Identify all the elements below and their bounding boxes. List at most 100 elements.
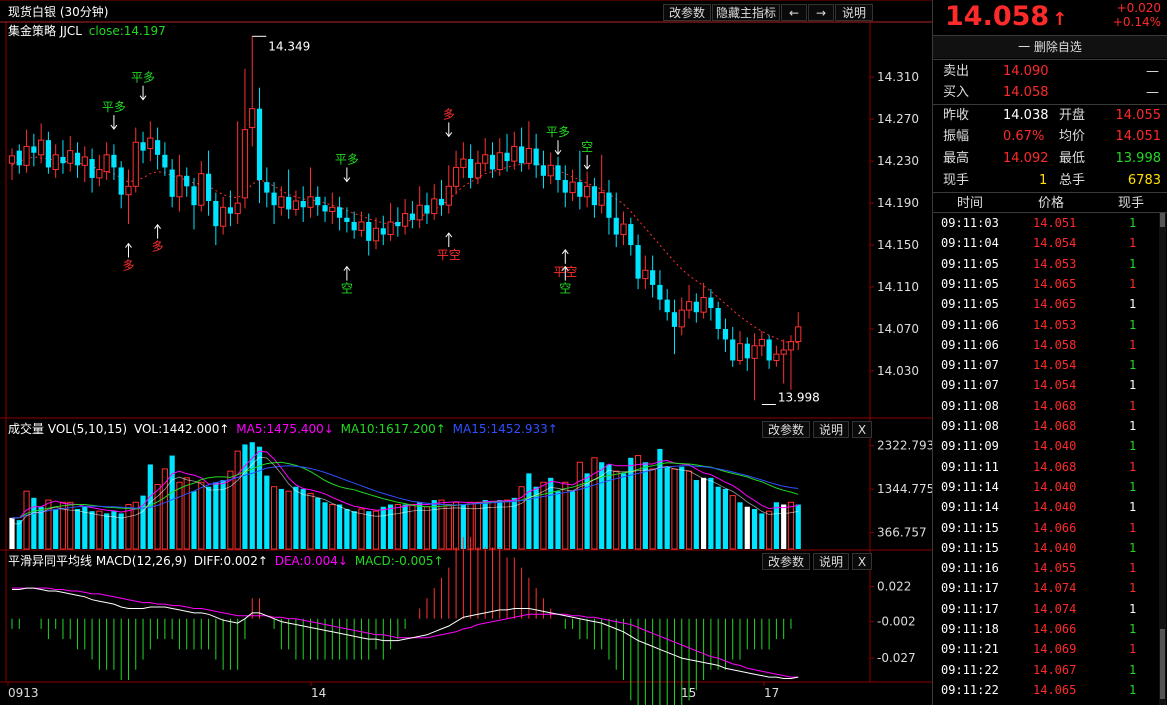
tick-list[interactable]: 09:11:03 14.051 1 09:11:04 14.054 1 09:11:05 14… — [933, 213, 1157, 705]
candle-body — [700, 297, 707, 313]
candle-body — [678, 309, 685, 328]
tick-row: 09:11:04 14.054 1 — [933, 233, 1167, 253]
candle-body — [125, 185, 132, 196]
volume-bar — [708, 477, 714, 549]
candle-body — [547, 164, 554, 177]
volume-bar — [300, 488, 306, 549]
candle-body — [715, 307, 721, 329]
close-value: close:14.197 — [88, 24, 166, 38]
help-button[interactable]: 说明 — [835, 4, 873, 21]
stat-row-4: 现手 1 总手 6783 — [933, 170, 1167, 191]
volume-bar — [394, 504, 401, 550]
tick-volume: 1 — [1129, 662, 1137, 677]
total-vol-label: 总手 — [1059, 173, 1086, 188]
candle-body — [89, 159, 95, 178]
volume-bar — [649, 468, 656, 550]
price-tick-label: 14.030 — [877, 364, 919, 378]
macd-dea-line — [12, 587, 799, 678]
volume-bar — [183, 477, 190, 550]
prev-close-value: 14.038 — [1003, 108, 1049, 123]
tick-volume: 1 — [1129, 216, 1137, 230]
signal-label: 平多 — [546, 125, 570, 139]
candle-body — [708, 297, 714, 308]
candle-body — [685, 301, 693, 311]
signal-label: 平多 — [102, 100, 126, 114]
tick-time: 09:11:07 — [941, 378, 999, 393]
tick-row: 09:11:06 14.058 1 — [933, 335, 1167, 355]
candle-body — [416, 204, 423, 221]
chart-area[interactable]: 14.310 14.270 14.230 14.190 14.150 14.110 14.0… — [0, 0, 932, 705]
amplitude-value: 0.67% — [1003, 129, 1045, 144]
macd-close-button[interactable]: X — [852, 553, 872, 570]
hide-main-indicator-button[interactable]: 隐藏主指标 — [712, 4, 780, 21]
tick-list-scrollbar[interactable] — [1159, 213, 1166, 705]
signal-label: 多 — [122, 259, 134, 273]
chart-canvas[interactable]: 14.310 14.270 14.230 14.190 14.150 14.110 14.0… — [0, 0, 932, 705]
volume-bar — [256, 446, 263, 549]
volume-bar — [270, 486, 278, 550]
price-tick-label: 14.070 — [877, 322, 919, 336]
tick-row: 09:11:17 14.074 1 — [933, 599, 1167, 619]
candle-body — [132, 141, 139, 187]
volume-bar — [555, 491, 561, 549]
volume-bar — [23, 490, 30, 550]
volume-close-button[interactable]: X — [852, 421, 872, 438]
low-label: 最低 — [1059, 151, 1086, 166]
scroll-up-icon[interactable] — [1160, 213, 1165, 227]
volume-bar — [722, 488, 729, 549]
volume-bar — [53, 508, 59, 549]
candle-body — [198, 173, 205, 206]
x-axis-label: 14 — [311, 686, 326, 700]
tick-row: 09:11:15 14.066 1 — [933, 518, 1167, 538]
bid-label: 买入 — [943, 85, 970, 100]
change-percent: +0.14% — [1112, 15, 1161, 29]
volume-bar — [205, 486, 212, 549]
macd-params-button[interactable]: 改参数 — [762, 553, 810, 570]
candle-body — [562, 180, 568, 193]
signal-label: 多 — [443, 107, 455, 121]
ask-label: 卖出 — [943, 64, 970, 79]
change-params-button[interactable]: 改参数 — [663, 4, 711, 21]
scrollbar-thumb[interactable] — [1160, 629, 1165, 699]
macd-help-button[interactable]: 说明 — [813, 553, 849, 570]
tick-price: 14.058 — [1033, 337, 1077, 352]
volume-bar — [569, 491, 576, 549]
candle-body — [773, 353, 780, 361]
candle-body — [227, 207, 233, 214]
tick-price: 14.065 — [1033, 276, 1077, 291]
candle-body — [395, 221, 401, 227]
scroll-left-button[interactable]: ← — [781, 4, 807, 21]
candle-body — [489, 154, 496, 170]
volume-bar — [787, 501, 795, 550]
tick-row: 09:11:08 14.068 1 — [933, 416, 1167, 436]
tick-volume: 1 — [1129, 439, 1137, 454]
open-value: 14.055 — [1115, 108, 1162, 123]
scroll-right-button[interactable]: → — [808, 4, 834, 21]
remove-favorite-button[interactable]: 一 删除自选 — [933, 36, 1167, 58]
candle-body — [96, 169, 103, 179]
tick-row: 09:11:21 14.069 1 — [933, 639, 1167, 659]
volume-bar — [82, 506, 88, 549]
volume-bar — [220, 480, 226, 549]
volume-bar — [759, 513, 765, 549]
high-marker-label: 14.349 — [268, 39, 310, 53]
candle-body — [780, 349, 787, 355]
candle-body — [751, 345, 758, 359]
ma10-value: MA10:1617.200↑ — [340, 422, 446, 436]
candle-body — [460, 158, 467, 168]
tick-row: 09:11:03 14.051 1 — [933, 213, 1167, 233]
candle-body — [366, 221, 372, 241]
volume-bar — [337, 504, 343, 549]
bid-row: 买入 14.058 — — [933, 82, 1167, 103]
candle-body — [409, 213, 415, 220]
volume-bar — [372, 510, 380, 550]
volume-params-button[interactable]: 改参数 — [762, 421, 810, 438]
volume-help-button[interactable]: 说明 — [813, 421, 849, 438]
tick-volume: 1 — [1129, 236, 1137, 251]
volume-bar — [285, 490, 292, 550]
candle-body — [657, 284, 663, 300]
macd-tick-label: -0.027 — [877, 651, 916, 665]
volume-bar — [9, 517, 15, 549]
stat-row-2: 振幅 0.67% 均价 14.051 — [933, 126, 1167, 147]
candle-body — [300, 200, 306, 208]
